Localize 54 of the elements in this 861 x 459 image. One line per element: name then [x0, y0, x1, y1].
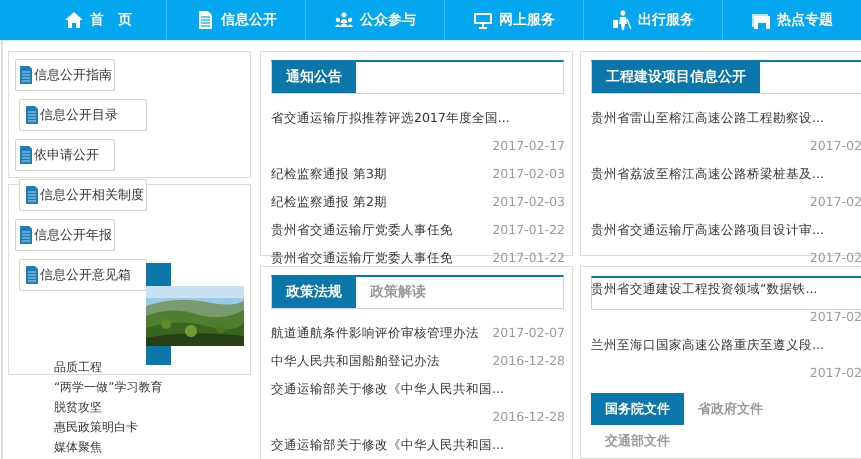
- date: 2017-02-03: [492, 193, 565, 211]
- news-link[interactable]: 贵州省交通运输厅党委人事任免: [271, 216, 453, 244]
- news-link[interactable]: 贵州省交通运输厅党委人事任免: [271, 244, 453, 272]
- people-icon: [334, 10, 354, 30]
- document-icon: [20, 146, 32, 164]
- topic-link[interactable]: 品质工程: [54, 357, 102, 377]
- news-link[interactable]: 兰州至海口国家高速公路重庆至遵义段...: [591, 331, 824, 359]
- topic-link[interactable]: 惠民政策明白卡: [54, 417, 138, 437]
- news-link[interactable]: 贵州省交通建设工程投资领域“数据铁...: [591, 275, 818, 303]
- news-link[interactable]: 纪检监察通报 第2期: [271, 188, 387, 216]
- date: 2017-02-03: [492, 165, 565, 183]
- document-icon: [20, 66, 32, 84]
- date: 2016-12-28: [492, 352, 565, 370]
- news-link[interactable]: 省交通运输厅拟推荐评选2017年度全国...: [271, 104, 510, 132]
- person-luggage-icon: [612, 10, 632, 30]
- news-link[interactable]: 纪检监察通报 第3期: [271, 160, 387, 188]
- topic-link[interactable]: 脱贫攻坚: [54, 397, 102, 417]
- house-icon: [64, 10, 84, 30]
- date: 2017-02: [810, 193, 861, 211]
- date: 2017-02: [810, 249, 861, 267]
- tab[interactable]: 通知公告: [272, 60, 356, 93]
- topic-link[interactable]: 媒体聚焦: [54, 437, 102, 457]
- side-tab[interactable]: [146, 263, 171, 286]
- news-link[interactable]: 贵州省雷山至榕江高速公路工程勘察设...: [591, 104, 824, 132]
- disclosure-button[interactable]: 信息公开指南: [15, 59, 115, 91]
- date: 2017-02-17: [492, 137, 565, 155]
- disclosure-button[interactable]: 信息公开相关制度: [19, 179, 147, 211]
- date: 2017-01-22: [492, 249, 565, 267]
- disclosure-button[interactable]: 依申请公开: [15, 139, 115, 171]
- topic-link[interactable]: “两学一做”学习教育: [54, 377, 162, 397]
- document-icon: [26, 266, 38, 284]
- date: 2017-02-07: [492, 324, 565, 342]
- side-tab[interactable]: [146, 346, 171, 365]
- news-link[interactable]: 贵州省荔波至榕江高速公路桥梁桩基及...: [591, 160, 824, 188]
- news-link[interactable]: 交通运输部关于修改《中华人民共和国...: [271, 431, 504, 459]
- news-link[interactable]: 中华人民共和国船舶登记办法: [271, 347, 440, 375]
- document-icon: [26, 186, 38, 204]
- date: 2017-02: [810, 364, 861, 382]
- news-link[interactable]: 贵州省交通运输厅高速公路项目设计审...: [591, 216, 824, 244]
- tab[interactable]: 国务院文件: [591, 393, 684, 425]
- disclosure-button[interactable]: 信息公开意见箱: [19, 259, 147, 291]
- news-link[interactable]: 交通运输部关于修改《中华人民共和国...: [271, 375, 504, 403]
- disclosure-button[interactable]: 信息公开目录: [19, 99, 147, 131]
- date: 2017-02: [810, 308, 861, 326]
- disclosure-button[interactable]: 信息公开年报: [15, 219, 115, 251]
- date: 2017-01-22: [492, 221, 565, 239]
- monitor-icon: [473, 10, 494, 30]
- document-icon: [26, 106, 38, 124]
- tab[interactable]: 工程建设项目信息公开: [592, 60, 760, 93]
- document-icon: [20, 226, 32, 244]
- news-link[interactable]: 航道通航条件影响评价审核管理办法: [271, 319, 479, 347]
- tab[interactable]: 政策法规: [272, 275, 356, 308]
- date: 2016-12-28: [492, 408, 565, 426]
- date: 2017-02: [810, 137, 861, 155]
